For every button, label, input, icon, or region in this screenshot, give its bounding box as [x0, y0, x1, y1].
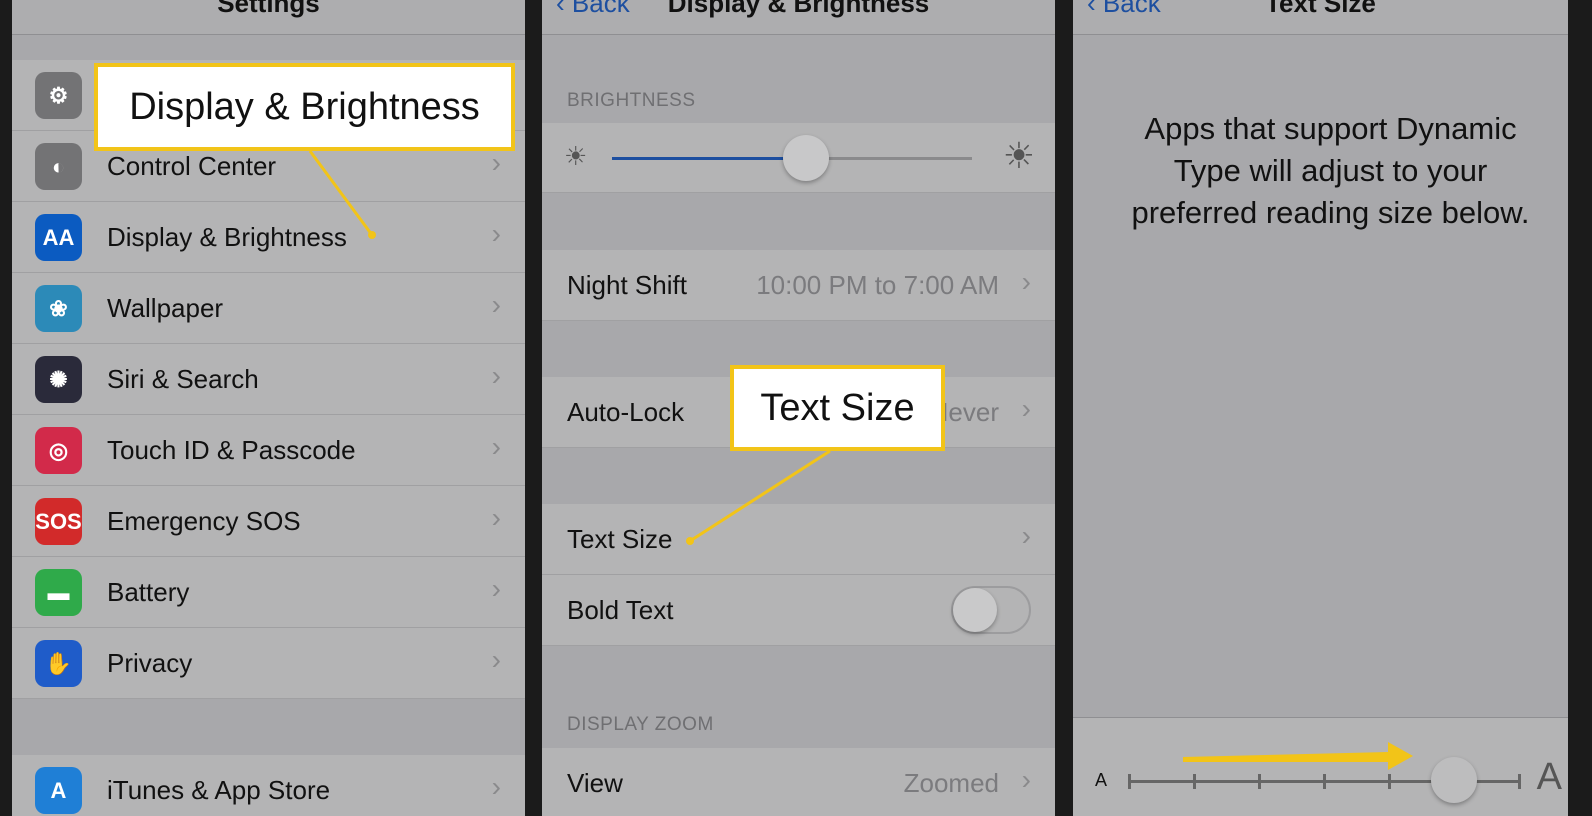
- callout-pointer-line: [689, 449, 831, 543]
- arrow-right-annotation: [1183, 742, 1413, 770]
- callout-pointer-dot: [368, 231, 376, 239]
- annotation-overlay: [308, 150, 1413, 770]
- callout-pointer-dot: [686, 537, 694, 545]
- callout-pointer-line: [308, 150, 374, 236]
